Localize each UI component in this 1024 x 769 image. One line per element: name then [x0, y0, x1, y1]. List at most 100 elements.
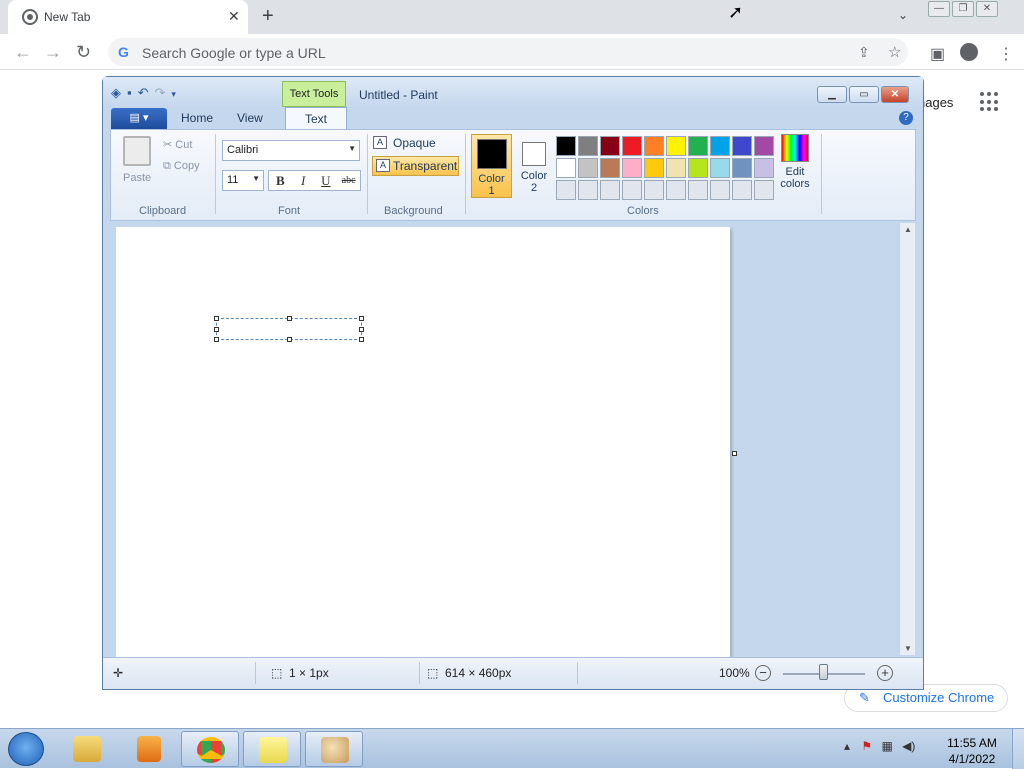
show-desktop-button[interactable]	[1012, 729, 1024, 769]
paint-menu-button[interactable]: ▤ ▾	[111, 108, 167, 129]
new-tab-button[interactable]: +	[262, 5, 274, 28]
palette-swatch[interactable]	[688, 158, 708, 178]
palette-swatch[interactable]	[556, 158, 576, 178]
palette-swatch[interactable]	[732, 158, 752, 178]
zoom-slider-thumb[interactable]	[819, 664, 828, 680]
italic-button[interactable]: I	[292, 171, 315, 190]
cut-button[interactable]: ✂ Cut	[163, 138, 192, 151]
customize-qat-icon[interactable]: ▾	[171, 89, 182, 99]
palette-swatch	[754, 180, 774, 200]
zoom-out-icon[interactable]: −	[755, 665, 771, 681]
underline-button[interactable]: U	[315, 171, 338, 190]
browser-tab-new-tab[interactable]: New Tab ✕	[8, 0, 248, 34]
taskbar-explorer[interactable]	[58, 731, 116, 767]
back-arrow-icon[interactable]: ←	[14, 42, 32, 63]
tab-close-icon[interactable]: ✕	[228, 8, 240, 25]
canvas-resize-handle[interactable]	[732, 451, 737, 456]
status-separator	[255, 662, 256, 684]
paste-button[interactable]: Paste	[123, 172, 151, 184]
close-button[interactable]: ✕	[976, 1, 998, 17]
transparent-button[interactable]: A Transparent	[372, 156, 459, 176]
address-bar[interactable]: G Search Google or type a URL ⇪ ☆	[108, 38, 908, 66]
font-size-select[interactable]: 11 ▼	[222, 170, 264, 191]
tab-view[interactable]: View	[237, 111, 263, 125]
chrome-tab-icon	[22, 9, 38, 25]
paste-icon[interactable]	[123, 136, 151, 166]
volume-icon[interactable]: ◀)	[902, 739, 915, 753]
paint-app-icon[interactable]: ◈	[111, 85, 127, 100]
edit-colors-label: Edit colors	[780, 166, 810, 190]
palette-swatch[interactable]	[622, 158, 642, 178]
forward-arrow-icon[interactable]: →	[44, 42, 62, 63]
palette-swatch[interactable]	[622, 136, 642, 156]
resize-handle[interactable]	[287, 316, 292, 321]
vertical-scrollbar[interactable]: ▲ ▼	[899, 223, 915, 655]
help-icon[interactable]: ?	[899, 111, 913, 125]
palette-swatch[interactable]	[644, 136, 664, 156]
resize-handle[interactable]	[359, 327, 364, 332]
reload-icon[interactable]: ↻	[76, 42, 91, 63]
edit-colors-button[interactable]: Edit colors	[773, 134, 817, 198]
drawing-canvas[interactable]	[116, 227, 730, 657]
font-family-select[interactable]: Calibri ▼	[222, 140, 360, 161]
bold-button[interactable]: B	[269, 171, 292, 190]
palette-swatch[interactable]	[688, 136, 708, 156]
resize-handle[interactable]	[214, 337, 219, 342]
taskbar-media-player[interactable]	[120, 731, 178, 767]
action-center-icon[interactable]: ⚑	[861, 739, 872, 753]
color2-button[interactable]: Color 2	[515, 134, 553, 198]
resize-handle[interactable]	[214, 316, 219, 321]
tab-search-chevron-icon[interactable]: ⌄	[898, 8, 908, 22]
share-icon[interactable]: ⇪	[858, 44, 870, 61]
palette-swatch[interactable]	[710, 136, 730, 156]
undo-icon[interactable]: ↶	[138, 85, 155, 100]
paint-minimize-button[interactable]: ▁	[817, 86, 847, 103]
side-panel-icon[interactable]: ▣	[930, 44, 945, 64]
text-box-selection[interactable]	[214, 316, 364, 342]
minimize-button[interactable]: —	[928, 1, 950, 17]
google-apps-icon[interactable]	[980, 92, 1000, 112]
palette-swatch[interactable]	[754, 158, 774, 178]
start-button[interactable]	[8, 732, 44, 766]
restore-button[interactable]: ❐	[952, 1, 974, 17]
opaque-button[interactable]: A Opaque	[373, 136, 436, 150]
redo-icon[interactable]: ↷	[155, 85, 172, 100]
taskbar-clock[interactable]: 11:55 AM 4/1/2022	[944, 735, 1000, 767]
palette-swatch[interactable]	[754, 136, 774, 156]
palette-swatch	[732, 180, 752, 200]
show-hidden-icons-chevron-icon[interactable]: ▴	[844, 739, 850, 753]
palette-swatch[interactable]	[732, 136, 752, 156]
resize-handle[interactable]	[214, 327, 219, 332]
palette-swatch[interactable]	[644, 158, 664, 178]
network-icon[interactable]: ▦	[881, 739, 892, 753]
save-icon[interactable]: ▪	[127, 85, 138, 100]
palette-swatch[interactable]	[710, 158, 730, 178]
scroll-up-icon[interactable]: ▲	[904, 225, 912, 234]
resize-handle[interactable]	[359, 316, 364, 321]
zoom-in-icon[interactable]: +	[877, 665, 893, 681]
tab-home[interactable]: Home	[181, 111, 213, 125]
taskbar-paint[interactable]	[305, 731, 363, 767]
palette-swatch[interactable]	[556, 136, 576, 156]
taskbar-chrome[interactable]	[181, 731, 239, 767]
paint-maximize-button[interactable]: ▭	[849, 86, 879, 103]
resize-handle[interactable]	[287, 337, 292, 342]
scroll-down-icon[interactable]: ▼	[904, 644, 912, 653]
color1-button[interactable]: Color 1	[471, 134, 512, 198]
palette-swatch[interactable]	[578, 158, 598, 178]
palette-swatch[interactable]	[666, 136, 686, 156]
palette-swatch[interactable]	[600, 136, 620, 156]
taskbar-sticky-notes[interactable]	[243, 731, 301, 767]
tab-text[interactable]: Text	[285, 107, 347, 130]
paint-icon	[321, 737, 349, 763]
palette-swatch[interactable]	[578, 136, 598, 156]
paint-close-button[interactable]: ✕	[881, 86, 909, 103]
copy-button[interactable]: ⧉ Copy	[163, 160, 200, 173]
resize-handle[interactable]	[359, 337, 364, 342]
bookmark-star-icon[interactable]: ☆	[888, 43, 901, 61]
menu-kebab-icon[interactable]: ⋮	[998, 44, 1014, 64]
palette-swatch[interactable]	[666, 158, 686, 178]
profile-avatar-icon[interactable]	[960, 43, 978, 61]
palette-swatch[interactable]	[600, 158, 620, 178]
strikethrough-button[interactable]: abc	[337, 171, 360, 190]
